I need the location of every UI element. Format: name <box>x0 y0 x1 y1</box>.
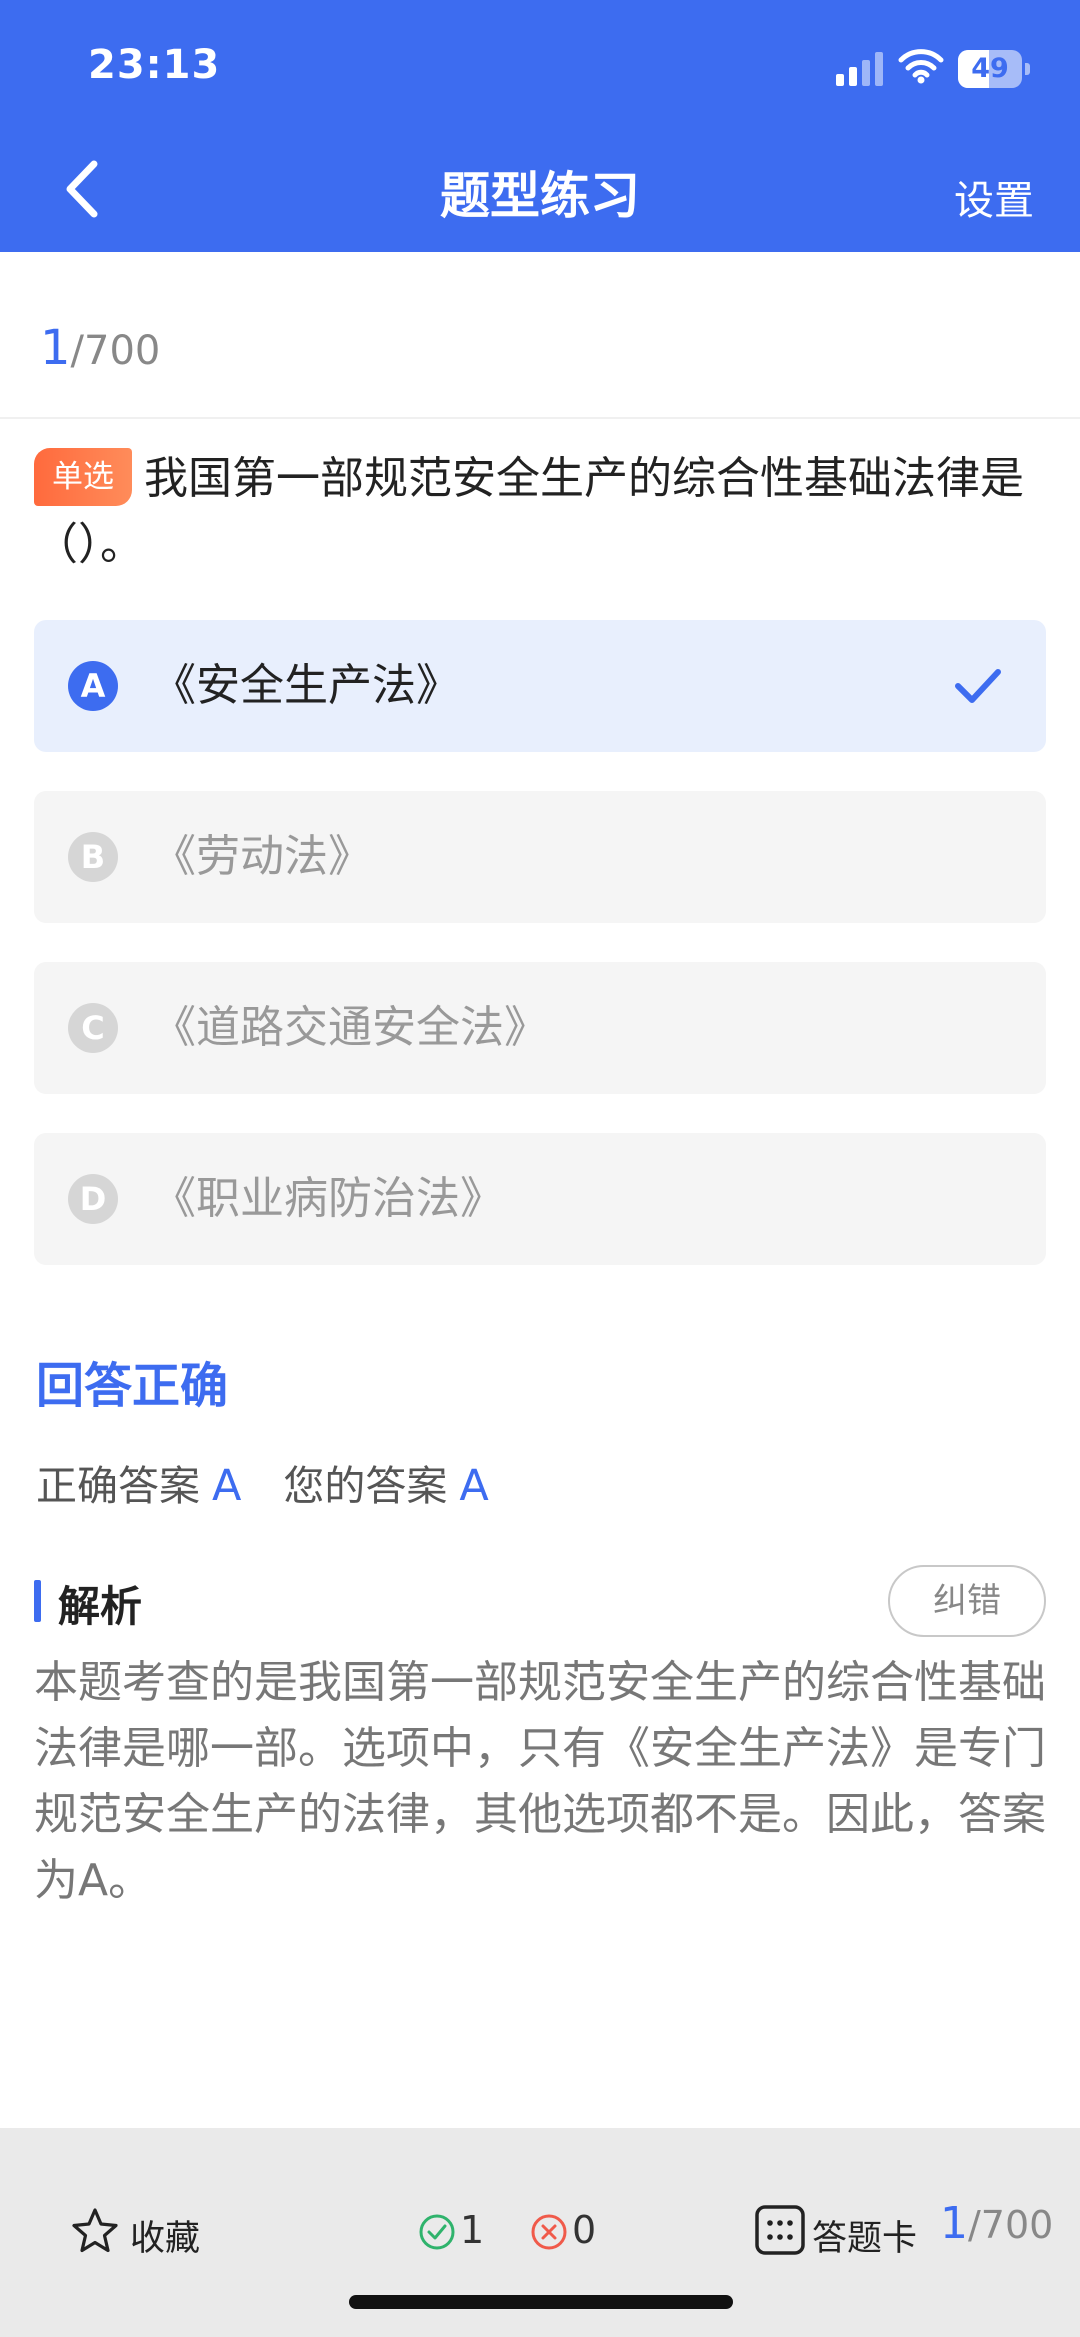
analysis-title: 解析 <box>58 1582 143 1631</box>
question-type-badge: 单选 <box>34 448 132 506</box>
star-icon <box>72 2208 118 2253</box>
settings-button[interactable]: 设置 <box>954 168 1034 226</box>
wrong-count-value: 0 <box>572 2208 597 2252</box>
battery-percent: 49 <box>971 53 1009 84</box>
home-indicator <box>349 2295 733 2309</box>
battery-icon: 49 <box>958 50 1030 88</box>
analysis-text: 本题考查的是我国第一部规范安全生产的综合性基础法律是哪一部。选项中，只有《安全生… <box>34 1657 1046 1906</box>
report-error-button[interactable]: 纠错 <box>888 1565 1046 1637</box>
option-text: 《职业病防治法》 <box>152 1173 504 1224</box>
option-d[interactable]: D 《职业病防治法》 <box>34 1133 1046 1265</box>
question-progress: 1/700 <box>40 320 160 376</box>
result-title: 回答正确 <box>36 1358 229 1414</box>
bottom-progress-current: 1 <box>940 2198 968 2249</box>
option-c[interactable]: C 《道路交通安全法》 <box>34 962 1046 1094</box>
app-header: 23:13 49 题型练习 设置 <box>0 0 1080 252</box>
answer-summary: 正确答案 A 您的答案 A <box>36 1452 489 1512</box>
option-text: 《道路交通安全法》 <box>152 1002 548 1053</box>
correct-answer-label: 正确答案 <box>36 1462 200 1510</box>
option-text: 《劳动法》 <box>152 831 372 882</box>
option-b[interactable]: B 《劳动法》 <box>34 791 1046 923</box>
question-stem: 单选 我国第一部规范安全生产的综合性基础法律是（）。 <box>34 446 1046 578</box>
bottom-progress-total: /700 <box>968 2203 1054 2247</box>
status-time: 23:13 <box>88 42 221 88</box>
divider <box>0 417 1080 419</box>
correct-count-value: 1 <box>460 2208 485 2252</box>
checkmark-icon <box>955 669 1001 703</box>
your-answer-value: A <box>459 1461 489 1511</box>
option-letter: D <box>68 1174 118 1224</box>
wifi-icon <box>898 49 944 84</box>
page-title: 题型练习 <box>440 167 640 225</box>
x-circle-icon <box>531 2214 567 2250</box>
check-circle-icon <box>419 2214 455 2250</box>
option-text: 《安全生产法》 <box>152 660 460 711</box>
correct-answer-value: A <box>212 1461 242 1511</box>
option-letter: C <box>68 1003 118 1053</box>
signal-icon <box>836 52 883 86</box>
question-text: 我国第一部规范安全生产的综合性基础法律是（）。 <box>34 453 1024 570</box>
your-answer-label: 您的答案 <box>283 1462 448 1510</box>
progress-current: 1 <box>40 320 71 376</box>
option-a[interactable]: A 《安全生产法》 <box>34 620 1046 752</box>
bottom-progress: 1/700 <box>940 2198 1053 2249</box>
grid-icon <box>755 2205 805 2255</box>
section-accent-bar <box>34 1580 41 1622</box>
favorite-label: 收藏 <box>130 2219 201 2259</box>
answer-card-label: 答题卡 <box>812 2219 918 2259</box>
option-letter: A <box>68 661 118 711</box>
progress-total: /700 <box>70 328 161 374</box>
option-letter: B <box>68 832 118 882</box>
